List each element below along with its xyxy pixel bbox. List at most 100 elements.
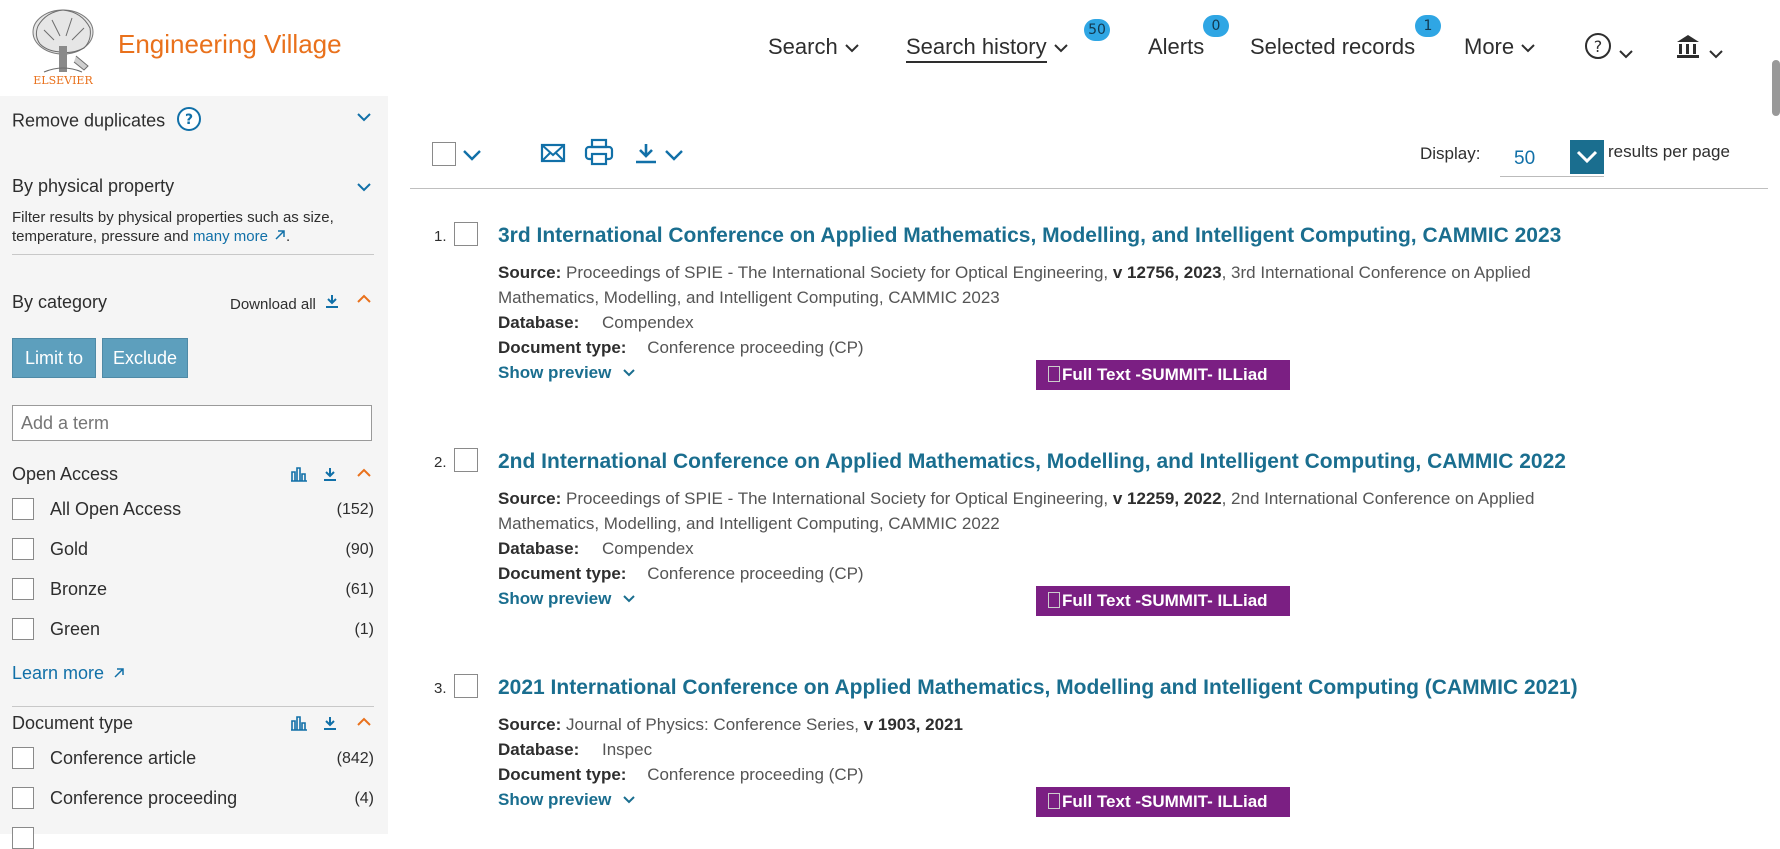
chevron-up-icon[interactable] <box>356 715 372 733</box>
source-publication[interactable]: Journal of Physics: Conference Series <box>566 715 854 734</box>
nav-more-label: More <box>1464 34 1515 59</box>
divider <box>12 706 374 707</box>
page-scrollbar-thumb[interactable] <box>1772 60 1780 116</box>
chevron-down-icon[interactable] <box>356 110 372 128</box>
chevron-up-icon[interactable] <box>356 292 372 310</box>
facet-label: All Open Access <box>50 499 182 519</box>
display-label: Display: <box>1420 144 1481 163</box>
physical-property-title[interactable]: By physical property <box>12 176 174 197</box>
help-circle-icon[interactable]: ? <box>176 106 202 137</box>
chevron-down-icon[interactable] <box>462 148 482 167</box>
separator: , <box>1221 489 1232 508</box>
nav-selected-records[interactable]: Selected records <box>1250 34 1415 66</box>
results-panel: Display: 50 results per page 1. 3rd Inte… <box>388 96 1780 834</box>
email-icon[interactable] <box>540 142 566 169</box>
facet-label: Bronze <box>50 579 108 599</box>
chevron-down-icon <box>1053 34 1069 60</box>
broken-image-icon <box>1048 592 1060 608</box>
bar-chart-icon[interactable] <box>290 715 308 736</box>
show-preview-button[interactable]: Show preview <box>498 589 636 609</box>
learn-more-link[interactable]: Learn more <box>12 663 125 684</box>
doctype-value: Conference proceeding (CP) <box>647 338 864 357</box>
result-title-link[interactable]: 3rd International Conference on Applied … <box>498 224 1561 248</box>
nav-search[interactable]: Search <box>768 34 860 66</box>
result-source: Source: Proceedings of SPIE - The Intern… <box>498 260 1628 310</box>
remove-duplicates-toggle[interactable]: Remove duplicates ? <box>12 106 202 137</box>
results-per-page-select[interactable]: 50 <box>1500 140 1604 177</box>
svg-text:?: ? <box>185 112 193 128</box>
database-value: Compendex <box>602 313 694 332</box>
doctype-conference-article-checkbox[interactable] <box>12 747 34 769</box>
result-checkbox[interactable] <box>454 674 478 698</box>
show-preview-label: Show preview <box>498 589 612 608</box>
institution-menu[interactable] <box>1674 32 1724 64</box>
result-checkbox[interactable] <box>454 448 478 472</box>
facet-label: Conference proceeding <box>50 788 238 808</box>
search-history-badge: 50 <box>1084 19 1110 41</box>
separator: , <box>1103 263 1113 282</box>
database-value: Compendex <box>602 539 694 558</box>
physical-property-description: Filter results by physical properties su… <box>12 208 362 246</box>
select-all-checkbox[interactable] <box>432 142 456 166</box>
separator: , <box>1103 489 1113 508</box>
broken-image-icon <box>1048 366 1060 382</box>
bar-chart-icon[interactable] <box>290 466 308 487</box>
source-publication[interactable]: Proceedings of SPIE - The International … <box>566 489 1103 508</box>
facet-count: (842) <box>336 750 374 767</box>
chevron-down-icon[interactable] <box>356 180 372 198</box>
chevron-down-icon <box>1520 34 1536 60</box>
fulltext-link-button[interactable]: Full Text -SUMMIT- ILLiad <box>1036 360 1290 390</box>
fulltext-link-button[interactable]: Full Text -SUMMIT- ILLiad <box>1036 787 1290 817</box>
result-number: 2. <box>434 454 447 471</box>
show-preview-label: Show preview <box>498 363 612 382</box>
limit-to-button[interactable]: Limit to <box>12 338 96 378</box>
result-database: Database: Compendex <box>498 310 1628 335</box>
help-menu[interactable]: ? <box>1584 32 1634 64</box>
many-more-link[interactable]: many more <box>193 228 268 245</box>
open-access-bronze-checkbox[interactable] <box>12 578 34 600</box>
download-all-link[interactable]: Download all <box>230 293 340 313</box>
source-publication[interactable]: Proceedings of SPIE - The International … <box>566 263 1103 282</box>
brand-name[interactable]: Engineering Village <box>118 29 342 60</box>
open-access-gold-checkbox[interactable] <box>12 538 34 560</box>
nav-more[interactable]: More <box>1464 34 1536 66</box>
physical-property-desc-end: . <box>285 228 291 245</box>
open-access-title: Open Access <box>12 464 119 484</box>
nav-search-history[interactable]: Search history <box>906 34 1069 66</box>
fulltext-link-button[interactable]: Full Text -SUMMIT- ILLiad <box>1036 586 1290 616</box>
chevron-down-icon <box>1618 40 1634 66</box>
show-preview-label: Show preview <box>498 790 612 809</box>
result-checkbox[interactable] <box>454 222 478 246</box>
download-icon[interactable] <box>322 715 338 736</box>
result-doctype: Document type: Conference proceeding (CP… <box>498 561 1628 586</box>
facet-label: Green <box>50 619 101 639</box>
divider <box>12 254 374 255</box>
results-per-page-label: results per page <box>1608 142 1730 161</box>
elsevier-logo[interactable]: ELSEVIER <box>26 6 100 88</box>
result-source: Source: Journal of Physics: Conference S… <box>498 712 1628 737</box>
publisher-label: ELSEVIER <box>33 74 93 87</box>
chevron-down-icon[interactable] <box>664 148 684 167</box>
open-access-all-checkbox[interactable] <box>12 498 34 520</box>
doctype-conference-proceeding-checkbox[interactable] <box>12 787 34 809</box>
source-label: Source: <box>498 263 562 282</box>
add-term-input[interactable] <box>12 405 372 441</box>
result-database: Database: Inspec <box>498 737 1628 762</box>
show-preview-button[interactable]: Show preview <box>498 790 636 810</box>
exclude-button[interactable]: Exclude <box>102 338 188 378</box>
download-icon[interactable] <box>634 142 658 169</box>
result-title-link[interactable]: 2021 International Conference on Applied… <box>498 676 1578 700</box>
show-preview-button[interactable]: Show preview <box>498 363 636 383</box>
download-icon <box>324 293 340 313</box>
source-volume: v 12259, 2022 <box>1112 489 1222 508</box>
open-access-green-checkbox[interactable] <box>12 618 34 640</box>
nav-alerts[interactable]: Alerts <box>1148 34 1204 66</box>
print-icon[interactable] <box>584 138 614 171</box>
doctype-next-checkbox[interactable] <box>12 827 34 849</box>
source-volume: v 1903, 2021 <box>863 715 963 734</box>
download-icon[interactable] <box>322 466 338 487</box>
selected-records-badge: 1 <box>1415 15 1441 37</box>
chevron-up-icon[interactable] <box>356 466 372 484</box>
result-title-link[interactable]: 2nd International Conference on Applied … <box>498 450 1566 474</box>
result-number: 1. <box>434 228 447 245</box>
